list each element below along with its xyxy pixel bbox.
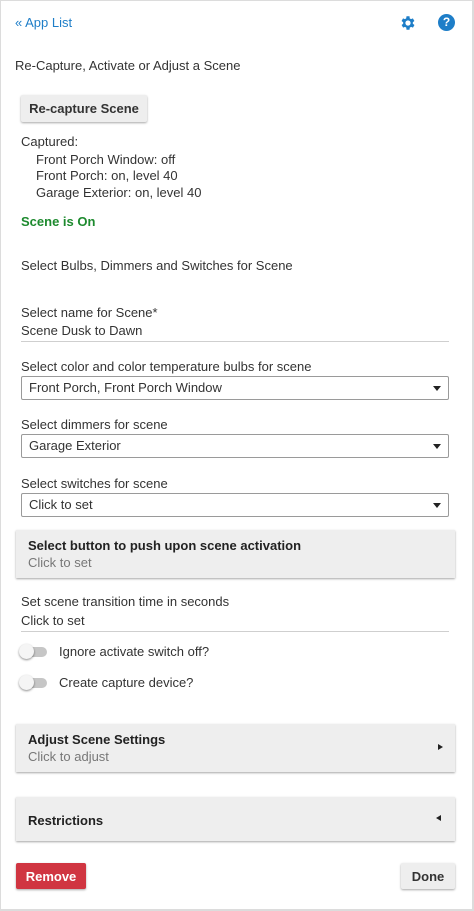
section-heading: Select Bulbs, Dimmers and Switches for S… — [21, 258, 293, 273]
scene-name-underline — [21, 341, 449, 342]
adjust-scene-title: Adjust Scene Settings — [28, 732, 166, 747]
create-capture-toggle[interactable] — [19, 675, 47, 690]
captured-line: Garage Exterior: on, level 40 — [36, 185, 202, 200]
done-button[interactable]: Done — [401, 863, 455, 889]
chevron-down-icon — [433, 386, 441, 391]
switches-label: Select switches for scene — [21, 476, 168, 491]
remove-button[interactable]: Remove — [16, 863, 86, 889]
restrictions-panel[interactable]: Restrictions — [16, 797, 455, 841]
transition-time-input[interactable]: Click to set — [21, 613, 85, 628]
switches-value: Click to set — [29, 497, 93, 512]
expand-arrow-icon — [438, 744, 443, 750]
button-push-panel[interactable]: Select button to push upon scene activat… — [16, 530, 455, 578]
scene-name-label: Select name for Scene* — [21, 305, 158, 320]
dimmers-label: Select dimmers for scene — [21, 417, 168, 432]
chevron-down-icon — [433, 503, 441, 508]
switches-select[interactable]: Click to set — [21, 493, 449, 517]
ignore-switch-off-toggle[interactable] — [19, 644, 47, 659]
collapse-arrow-icon — [436, 815, 441, 821]
back-to-app-list-link[interactable]: « App List — [15, 15, 72, 30]
page-title: Re-Capture, Activate or Adjust a Scene — [15, 58, 241, 73]
color-bulbs-value: Front Porch, Front Porch Window — [29, 380, 222, 395]
captured-line: Front Porch Window: off — [36, 152, 176, 167]
create-capture-label: Create capture device? — [59, 675, 194, 690]
gear-icon[interactable] — [399, 14, 417, 32]
color-bulbs-select[interactable]: Front Porch, Front Porch Window — [21, 376, 449, 400]
button-push-title: Select button to push upon scene activat… — [28, 538, 302, 553]
captured-heading: Captured: — [21, 134, 79, 149]
captured-line: Front Porch: on, level 40 — [36, 168, 178, 183]
scene-status: Scene is On — [21, 214, 96, 229]
help-icon[interactable]: ? — [438, 14, 455, 31]
transition-time-underline — [21, 631, 449, 632]
transition-time-label: Set scene transition time in seconds — [21, 594, 230, 609]
dimmers-value: Garage Exterior — [29, 438, 121, 453]
color-bulbs-label: Select color and color temperature bulbs… — [21, 359, 312, 374]
dimmers-select[interactable]: Garage Exterior — [21, 434, 449, 458]
toggle-knob — [19, 644, 34, 659]
adjust-scene-subtitle: Click to adjust — [28, 749, 109, 764]
app-page: « App List ? Re-Capture, Activate or Adj… — [0, 0, 474, 911]
adjust-scene-settings-panel[interactable]: Adjust Scene Settings Click to adjust — [16, 724, 455, 772]
chevron-down-icon — [433, 444, 441, 449]
restrictions-title: Restrictions — [28, 813, 104, 828]
ignore-switch-off-label: Ignore activate switch off? — [59, 644, 210, 659]
toggle-knob — [19, 675, 34, 690]
scene-name-input[interactable]: Scene Dusk to Dawn — [21, 323, 142, 338]
recapture-scene-button[interactable]: Re-capture Scene — [21, 95, 147, 122]
button-push-subtitle: Click to set — [28, 555, 92, 570]
